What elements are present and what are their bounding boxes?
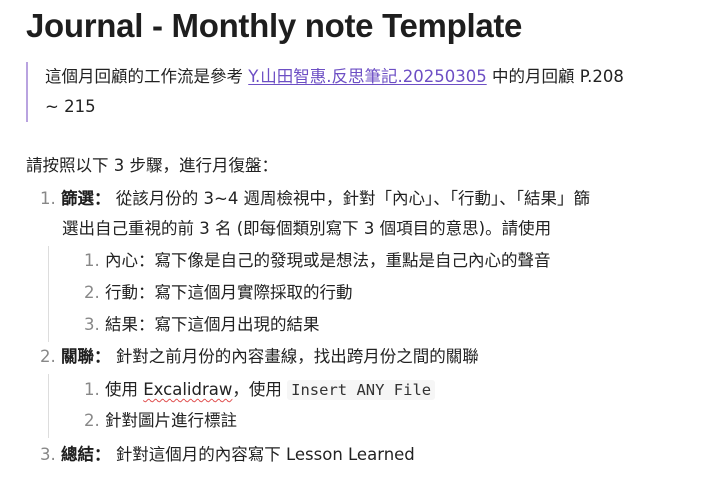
- list-number: 1.: [40, 189, 56, 208]
- sub-item-text-mid: ，使用: [232, 380, 288, 399]
- blockquote-line-1: 這個月回顧的工作流是參考 Y.山田智惠.反思筆記.20250305 中的月回顧 …: [45, 62, 712, 92]
- step-label: 總結：: [61, 445, 111, 464]
- blockquote-line-2: ~ 215: [45, 97, 96, 116]
- quote-prefix: 這個月回顧的工作流是參考: [45, 67, 249, 86]
- list-item-step-1-continuation: 選出自己重視的前 3 名 (即每個類別寫下 3 個項目的意思)。請使用: [62, 219, 552, 238]
- quote-suffix: 中的月回顧 P.208: [486, 67, 624, 86]
- inline-code: Insert ANY File: [287, 380, 436, 400]
- list-item-step-2: 2. 關聯： 針對之前月份的內容畫線，找出跨月份之間的關聯: [40, 342, 479, 372]
- intro-text: 請按照以下 3 步驟，進行月復盤：: [26, 156, 278, 175]
- step-text: 針對之前月份的內容畫線，找出跨月份之間的關聯: [110, 347, 479, 366]
- step-text: 針對這個月的內容寫下 Lesson Learned: [110, 445, 415, 464]
- page-title: Journal - Monthly note Template: [26, 7, 523, 44]
- list-item-step-3: 3. 總結： 針對這個月的內容寫下 Lesson Learned: [40, 440, 415, 470]
- list-item-sub: 1. 使用 Excalidraw，使用 Insert ANY File: [84, 375, 436, 405]
- list-number: 2.: [84, 283, 100, 302]
- list-number: 3.: [84, 315, 100, 334]
- list-item-sub: 2. 行動：寫下這個月實際採取的行動: [84, 278, 353, 308]
- list-number: 2.: [84, 411, 100, 430]
- excalidraw-spellcheck-word[interactable]: Excalidraw: [143, 380, 232, 399]
- indent-guide: [48, 374, 49, 438]
- indent-guide: [48, 246, 49, 342]
- list-item-sub: 2. 針對圖片進行標註: [84, 406, 237, 436]
- list-number: 1.: [84, 251, 100, 270]
- step-text: 從該月份的 3~4 週周檢視中，針對「內心」、「行動」、「結果」篩: [110, 189, 591, 208]
- sub-item-text: 針對圖片進行標註: [105, 411, 237, 430]
- list-item-step-1: 1. 篩選： 從該月份的 3~4 週周檢視中，針對「內心」、「行動」、「結果」篩: [40, 184, 590, 214]
- list-item-sub: 1. 內心：寫下像是自己的發現或是想法，重點是自己內心的聲音: [84, 246, 551, 276]
- list-number: 1.: [84, 380, 100, 399]
- sub-item-text-pre: 使用: [105, 380, 144, 399]
- step-label: 篩選：: [61, 189, 111, 208]
- sub-item-text: 行動：寫下這個月實際採取的行動: [105, 283, 353, 302]
- sub-item-text: 結果：寫下這個月出現的結果: [105, 315, 320, 334]
- step-label: 關聯：: [61, 347, 111, 366]
- list-item-sub: 3. 結果：寫下這個月出現的結果: [84, 310, 320, 340]
- blockquote: 這個月回顧的工作流是參考 Y.山田智惠.反思筆記.20250305 中的月回顧 …: [26, 62, 712, 122]
- sub-item-text: 內心：寫下像是自己的發現或是想法，重點是自己內心的聲音: [105, 251, 551, 270]
- list-number: 2.: [40, 347, 56, 366]
- quote-link[interactable]: Y.山田智惠.反思筆記.20250305: [248, 67, 486, 86]
- list-number: 3.: [40, 445, 56, 464]
